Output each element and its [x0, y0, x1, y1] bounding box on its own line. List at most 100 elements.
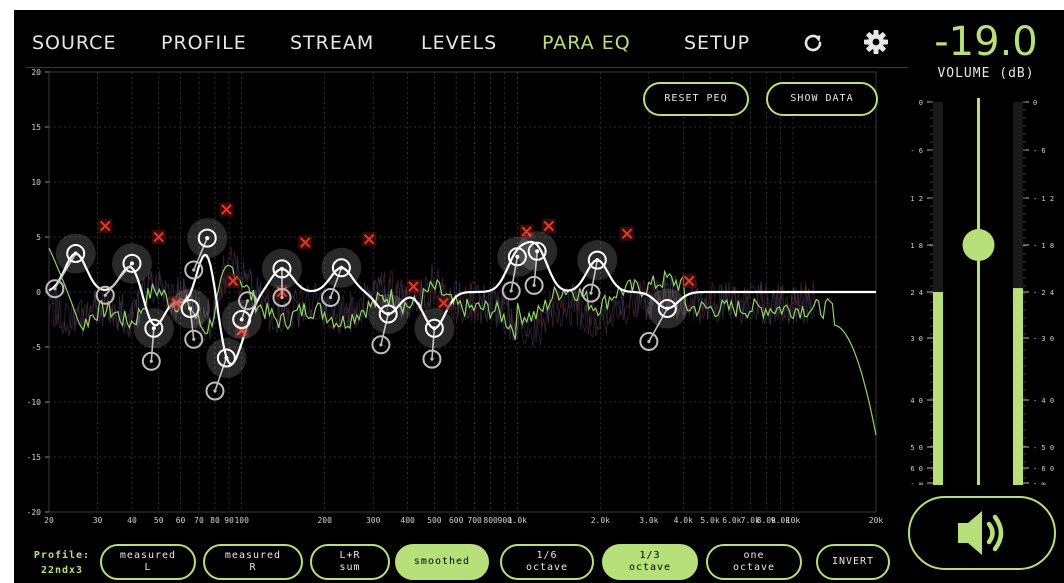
filter-handle-group[interactable]	[184, 218, 228, 280]
meter-label-left: 0	[919, 99, 923, 107]
app-window: SOURCE PROFILE STREAM LEVELS PARA EQ SET…	[14, 10, 1064, 583]
meter-label-left: - 4 0	[906, 397, 923, 405]
meter-scale-left: 0 - 6 - 1 2 - 1 8 - 2 4 - 3 0 - 4 0 - 5 0 - 6 0 -…	[906, 99, 933, 485]
y-tick-label: -20	[27, 508, 42, 517]
filter-q-dot	[328, 295, 333, 300]
volume-slider-knob[interactable]	[962, 229, 995, 261]
y-tick-label: 5	[36, 233, 41, 242]
filter-peak-dot	[665, 306, 670, 311]
meter-label-right: - 2 4	[1033, 289, 1054, 297]
x-tick-label: 700	[467, 516, 482, 525]
meter-label-right: - 6 0	[1033, 465, 1054, 473]
filter-handle-group[interactable]	[517, 231, 558, 295]
speaker-icon	[958, 511, 1004, 555]
meter-label-right: - 5 0	[1033, 444, 1054, 452]
meter-label-right: - 3 0	[1033, 335, 1054, 343]
measured-l-button[interactable]: measured L	[100, 544, 196, 580]
meter-scale-right: 0 - 6 - 1 2 - 1 8 - 2 4 - 3 0 - 4 0 - 5 0 - 6 0 -…	[1023, 99, 1054, 485]
filter-handle-group[interactable]	[205, 338, 247, 401]
y-tick-label: -5	[31, 343, 41, 352]
measured-response-line	[48, 247, 877, 436]
tab-levels[interactable]: LEVELS	[421, 28, 497, 58]
x-tick-label: 400	[400, 516, 415, 525]
filter-q-dot	[245, 299, 250, 303]
reset-peq-button[interactable]: RESET PEQ	[643, 82, 749, 116]
show-data-button[interactable]: SHOW DATA	[766, 82, 878, 116]
x-tick-label: 200	[317, 516, 332, 525]
filter-q-dot	[149, 359, 153, 363]
filter-peak-dot	[188, 306, 193, 311]
filter-peak-dot	[129, 261, 134, 266]
x-tick-label: 20	[44, 516, 54, 525]
tab-profile[interactable]: PROFILE	[161, 28, 247, 58]
filter-peak-dot	[386, 312, 391, 316]
gear-icon[interactable]	[863, 29, 889, 55]
refresh-icon[interactable]	[801, 31, 825, 55]
meter-label-left: - 6	[910, 147, 923, 155]
meter-right-level	[1013, 288, 1023, 485]
x-tick-label: 20k	[869, 516, 884, 525]
tab-source[interactable]: SOURCE	[32, 28, 116, 58]
meter-label-left: - 1 8	[906, 242, 923, 250]
filter-handle-group[interactable]	[368, 294, 409, 355]
filter-handle-group[interactable]	[221, 291, 262, 340]
y-tick-label: -15	[27, 453, 42, 462]
filter-handle-group[interactable]	[95, 243, 152, 305]
smoothed-button[interactable]: smoothed	[395, 544, 489, 580]
filter-q-dot	[213, 389, 217, 393]
filter-peak-dot	[595, 258, 600, 263]
filter-q-dot	[53, 287, 57, 291]
filter-peak-dot	[239, 317, 244, 322]
x-tick-label: 40	[127, 516, 137, 525]
filter-q-dot	[509, 289, 513, 293]
y-tick-label: -10	[27, 398, 42, 407]
target-marker	[362, 232, 377, 247]
filter-handle-group[interactable]	[577, 240, 618, 303]
eq-graph[interactable]: 20151050-5-10-15-20 20 30 40 50 60 70 80 90 100 2…	[14, 68, 894, 530]
y-tick-label: 20	[31, 68, 41, 77]
tab-stream[interactable]: STREAM	[290, 28, 374, 58]
target-marker	[541, 219, 556, 233]
filter-peak-dot	[432, 326, 437, 331]
filter-handle-group[interactable]	[133, 308, 174, 371]
invert-button[interactable]: INVERT	[816, 544, 890, 580]
meter-left-level	[933, 292, 943, 485]
meter-label-right: 0	[1033, 99, 1037, 107]
filter-q-dot	[589, 291, 593, 295]
filter-peak-dot	[224, 356, 229, 360]
measured-r-button[interactable]: measured R	[203, 544, 303, 580]
filter-q-dot	[280, 295, 284, 300]
filter-q-dot	[430, 357, 434, 361]
filter-peak-dot	[279, 266, 284, 271]
target-marker	[682, 274, 697, 288]
meter-label-left: - 6 0	[906, 465, 923, 473]
x-tick-label: 4.0k	[674, 516, 693, 525]
profile-name: 22ndx3	[40, 565, 84, 576]
x-tick-label: 300	[366, 516, 381, 525]
x-tick-label: 500	[427, 516, 442, 525]
meter-label-right: - 6	[1033, 147, 1046, 155]
y-tick-label: 10	[31, 178, 41, 187]
meter-label-right: - ∞	[1033, 480, 1046, 485]
filter-peak-dot	[73, 251, 78, 256]
volume-slider-track[interactable]	[977, 98, 980, 485]
meter-label-left: - 1 2	[906, 195, 923, 203]
one-third-octave-button[interactable]: 1/3 octave	[602, 544, 698, 580]
target-marker	[225, 274, 240, 288]
filter-peak-dot	[151, 326, 156, 331]
tab-para-eq[interactable]: PARA EQ	[542, 28, 631, 58]
one-octave-button[interactable]: one octave	[706, 544, 802, 580]
tab-setup[interactable]: SETUP	[684, 28, 750, 58]
meter-label-left: - 2 4	[906, 289, 923, 297]
one-sixth-octave-button[interactable]: 1/6 octave	[500, 544, 594, 580]
mute-button[interactable]	[908, 496, 1056, 570]
target-marker	[98, 219, 113, 233]
meter-label-left: - 5 0	[906, 444, 923, 452]
target-marker	[151, 230, 166, 244]
filter-handle-group[interactable]	[45, 233, 96, 299]
x-tick-label: 70	[194, 516, 204, 525]
filter-peak-dot	[339, 265, 344, 270]
lr-sum-button[interactable]: L+R sum	[310, 544, 390, 580]
x-tick-label: 3.0k	[639, 516, 658, 525]
filter-q-dot	[379, 343, 383, 347]
